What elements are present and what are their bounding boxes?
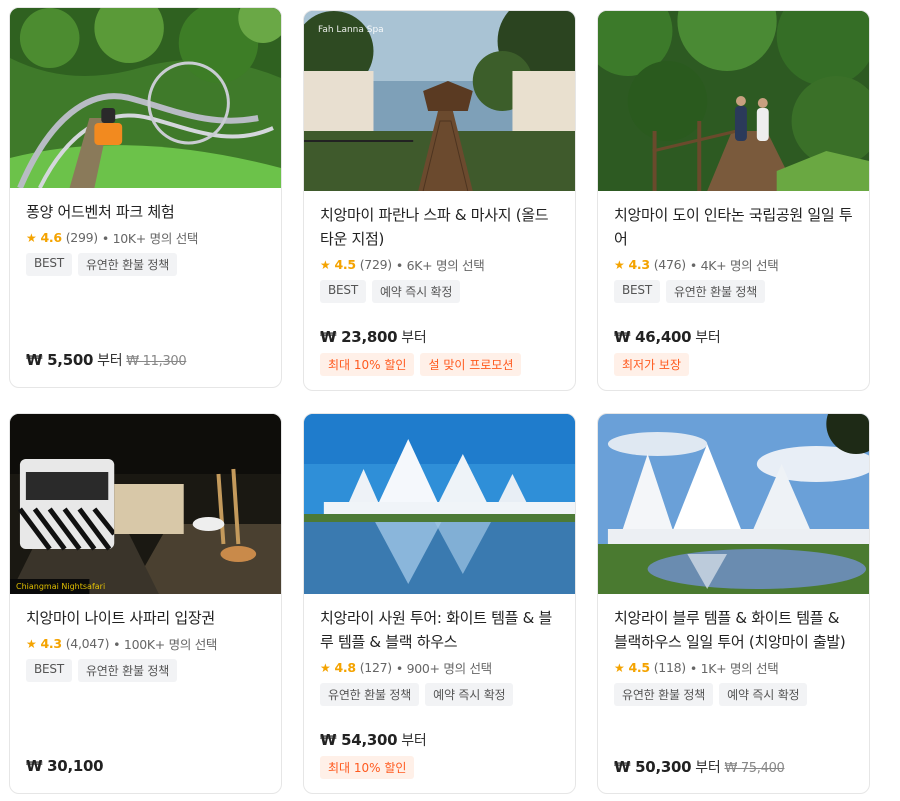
rating-score: 4.3 xyxy=(40,636,62,651)
product-card[interactable]: 치앙라이 블루 템플 & 화이트 템플 & 블랙하우스 일일 투어 (치앙마이 … xyxy=(597,413,870,794)
price-row: ₩ 54,300 부터 xyxy=(320,730,427,750)
original-price: ₩ 11,300 xyxy=(126,354,187,369)
image-watermark: Chiangmai Nightsafari xyxy=(16,582,106,591)
booked-count: • 1K+ 명의 선택 xyxy=(689,661,779,676)
promo-list: 최대 10% 할인 xyxy=(320,756,415,779)
product-image-white-temple xyxy=(304,414,575,594)
star-icon: ★ xyxy=(26,636,37,651)
tag-badge: 유연한 환불 정책 xyxy=(320,683,420,706)
lowest-price-badge: 최저가 보장 xyxy=(614,353,690,376)
booked-count: • 4K+ 명의 선택 xyxy=(689,258,779,273)
price: ₩ 23,800 xyxy=(320,328,398,346)
product-image-night-safari: Chiangmai Nightsafari xyxy=(10,414,281,594)
product-card[interactable]: 치앙마이 도이 인타논 국립공원 일일 투어 ★ 4.3 (476) • 4K+… xyxy=(597,10,870,391)
image-watermark: Fah Lanna Spa xyxy=(318,25,384,35)
price-row: ₩ 46,400 부터 xyxy=(614,327,721,347)
rating-row: ★ 4.8 (127) • 900+ 명의 선택 xyxy=(320,658,559,677)
product-image-forest xyxy=(598,11,869,191)
product-card[interactable]: 치앙라이 사원 투어: 화이트 템플 & 블루 템플 & 블랙 하우스 ★ 4.… xyxy=(303,413,576,794)
star-icon: ★ xyxy=(614,660,625,675)
rating-score: 4.8 xyxy=(334,660,356,675)
price: ₩ 5,500 xyxy=(26,351,94,369)
rating-row: ★ 4.3 (4,047) • 100K+ 명의 선택 xyxy=(26,634,265,653)
rating-row: ★ 4.5 (729) • 6K+ 명의 선택 xyxy=(320,255,559,274)
rating-score: 4.5 xyxy=(334,257,356,272)
tag-list: BEST 유연한 환불 정책 xyxy=(26,253,265,276)
tag-list: 유연한 환불 정책 예약 즉시 확정 xyxy=(320,683,559,706)
tag-list: BEST 유연한 환불 정책 xyxy=(614,280,853,303)
star-icon: ★ xyxy=(614,257,625,272)
price-from-label: 부터 xyxy=(695,760,721,776)
promotion-badge: 설 맞이 프로모션 xyxy=(420,353,522,376)
review-count: (127) xyxy=(359,660,392,675)
product-card[interactable]: Chiangmai Nightsafari 치앙마이 나이트 사파리 입장권 ★… xyxy=(9,413,282,794)
discount-badge: 최대 10% 할인 xyxy=(320,353,415,376)
review-count: (299) xyxy=(65,230,98,245)
rating-row: ★ 4.3 (476) • 4K+ 명의 선택 xyxy=(614,255,853,274)
tag-badge: BEST xyxy=(320,280,366,303)
product-title[interactable]: 치앙마이 도이 인타논 국립공원 일일 투어 xyxy=(614,203,853,251)
rating-score: 4.3 xyxy=(628,257,650,272)
rating-row: ★ 4.6 (299) • 10K+ 명의 선택 xyxy=(26,228,265,247)
rating-row: ★ 4.5 (118) • 1K+ 명의 선택 xyxy=(614,658,853,677)
booked-count: • 100K+ 명의 선택 xyxy=(113,637,218,652)
original-price: ₩ 75,400 xyxy=(724,761,785,776)
star-icon: ★ xyxy=(320,257,331,272)
booked-count: • 900+ 명의 선택 xyxy=(395,661,492,676)
star-icon: ★ xyxy=(320,660,331,675)
tag-badge: 유연한 환불 정책 xyxy=(77,253,178,276)
review-count: (729) xyxy=(359,257,392,272)
product-card[interactable]: Fah Lanna Spa 치앙마이 파란나 스파 & 마사지 (올드 타운 지… xyxy=(303,10,576,391)
star-icon: ★ xyxy=(26,230,37,245)
product-card[interactable]: 퐁양 어드벤처 파크 체험 ★ 4.6 (299) • 10K+ 명의 선택 B… xyxy=(9,7,282,388)
review-count: (4,047) xyxy=(65,636,110,651)
product-title[interactable]: 퐁양 어드벤처 파크 체험 xyxy=(26,200,265,224)
product-image-spa: Fah Lanna Spa xyxy=(304,11,575,191)
tag-badge: 유연한 환불 정책 xyxy=(77,659,178,682)
price-from-label: 부터 xyxy=(401,733,427,749)
discount-badge: 최대 10% 할인 xyxy=(320,756,415,779)
tag-badge: BEST xyxy=(26,659,72,682)
price-row: ₩ 5,500 부터 ₩ 11,300 xyxy=(26,350,187,370)
tag-badge: 유연한 환불 정책 xyxy=(665,280,766,303)
booked-count: • 10K+ 명의 선택 xyxy=(101,231,199,246)
product-image-coaster xyxy=(10,8,281,188)
review-count: (118) xyxy=(653,660,686,675)
tag-badge: 예약 즉시 확정 xyxy=(425,683,514,706)
rating-score: 4.6 xyxy=(40,230,62,245)
review-count: (476) xyxy=(653,257,686,272)
tag-badge: BEST xyxy=(614,280,660,303)
product-image-white-temple-day xyxy=(598,414,869,594)
tag-badge: BEST xyxy=(26,253,72,276)
product-title[interactable]: 치앙마이 나이트 사파리 입장권 xyxy=(26,606,265,630)
price: ₩ 30,100 xyxy=(26,757,104,775)
price-row: ₩ 23,800 부터 xyxy=(320,327,427,347)
tag-badge: 유연한 환불 정책 xyxy=(614,683,714,706)
price: ₩ 54,300 xyxy=(320,731,398,749)
price-from-label: 부터 xyxy=(695,330,721,346)
tag-list: BEST 유연한 환불 정책 xyxy=(26,659,265,682)
price-row: ₩ 30,100 xyxy=(26,757,104,775)
tag-badge: 예약 즉시 확정 xyxy=(719,683,808,706)
price-from-label: 부터 xyxy=(97,353,123,369)
promo-list: 최저가 보장 xyxy=(614,353,690,376)
booked-count: • 6K+ 명의 선택 xyxy=(395,258,485,273)
tag-badge: 예약 즉시 확정 xyxy=(371,280,461,303)
price-from-label: 부터 xyxy=(401,330,427,346)
product-title[interactable]: 치앙라이 사원 투어: 화이트 템플 & 블루 템플 & 블랙 하우스 xyxy=(320,606,559,654)
price-row: ₩ 50,300 부터 ₩ 75,400 xyxy=(614,757,785,777)
price: ₩ 46,400 xyxy=(614,328,692,346)
rating-score: 4.5 xyxy=(628,660,650,675)
tag-list: 유연한 환불 정책 예약 즉시 확정 xyxy=(614,683,853,706)
tag-list: BEST 예약 즉시 확정 xyxy=(320,280,559,303)
promo-list: 최대 10% 할인 설 맞이 프로모션 xyxy=(320,353,522,376)
product-title[interactable]: 치앙라이 블루 템플 & 화이트 템플 & 블랙하우스 일일 투어 (치앙마이 … xyxy=(614,606,853,654)
product-title[interactable]: 치앙마이 파란나 스파 & 마사지 (올드 타운 지점) xyxy=(320,203,559,251)
price: ₩ 50,300 xyxy=(614,758,692,776)
